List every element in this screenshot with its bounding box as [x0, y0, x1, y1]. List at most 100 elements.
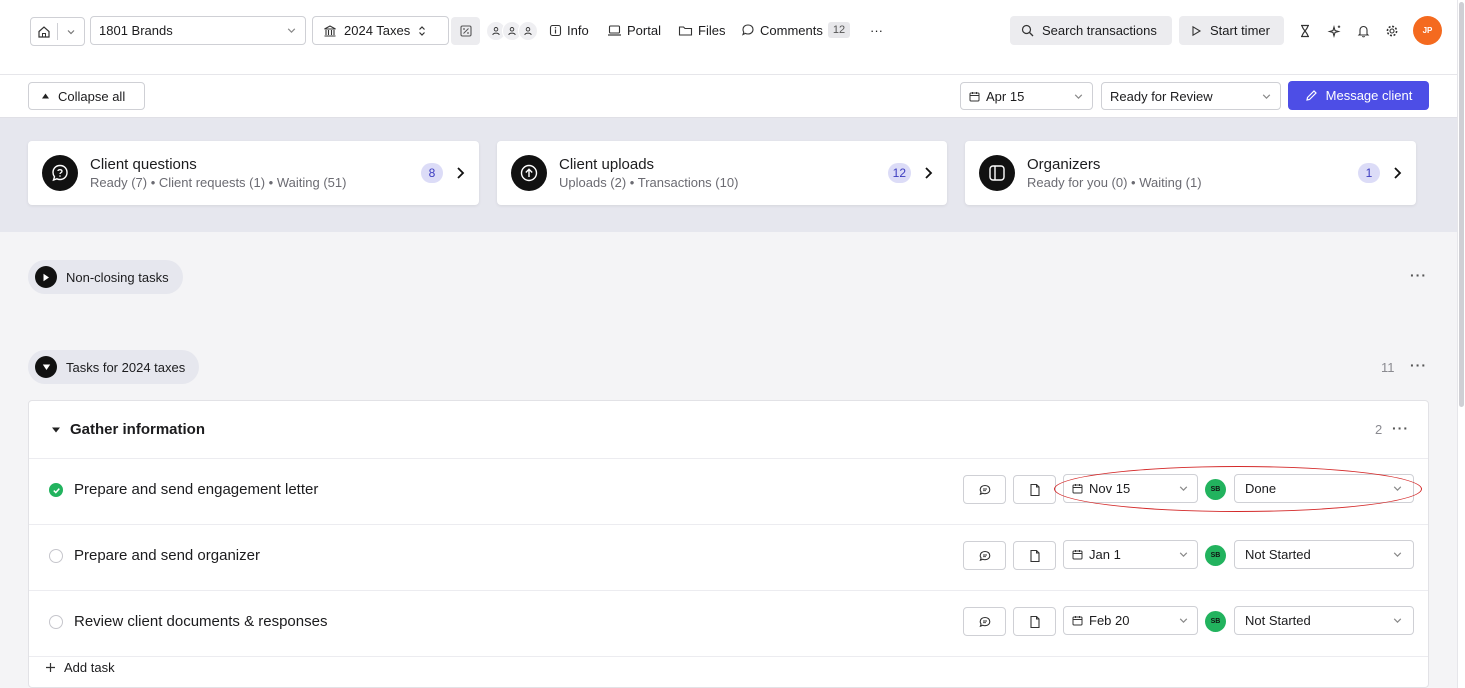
- task-name[interactable]: Prepare and send organizer: [74, 547, 260, 564]
- home-button[interactable]: [31, 18, 57, 45]
- section-label: Tasks for 2024 taxes: [66, 359, 186, 375]
- group-more-icon[interactable]: ···: [1392, 420, 1409, 436]
- chevron-down-icon: [1179, 618, 1188, 624]
- team-avatars[interactable]: [486, 21, 538, 41]
- task-row[interactable]: Review client documents & responses Feb …: [29, 591, 1428, 657]
- card-subtitle: Uploads (2) • Transactions (10): [559, 175, 739, 190]
- hourglass-button[interactable]: [1295, 21, 1315, 41]
- task-document-button[interactable]: [1013, 475, 1056, 504]
- empty-circle-icon[interactable]: [49, 615, 63, 629]
- task-due-date-select[interactable]: Jan 1: [1063, 540, 1198, 569]
- chevron-down-icon: [1179, 486, 1188, 492]
- project-status-value: Ready for Review: [1110, 88, 1213, 104]
- chevron-down-icon: [1393, 552, 1402, 558]
- add-task-label: Add task: [64, 660, 115, 675]
- tasks-more-icon[interactable]: ···: [1410, 357, 1427, 373]
- calendar-icon: [1072, 484, 1083, 494]
- client-questions-card[interactable]: Client questions Ready (7) • Client requ…: [28, 141, 479, 205]
- task-due-date-select[interactable]: Nov 15: [1063, 474, 1198, 503]
- tax-form-button[interactable]: [451, 17, 480, 45]
- nav-info[interactable]: Info: [549, 20, 589, 40]
- search-transactions-button[interactable]: Search transactions: [1010, 16, 1172, 45]
- user-avatar[interactable]: JP: [1413, 16, 1442, 45]
- due-date-value: Apr 15: [986, 88, 1025, 104]
- task-comments-button[interactable]: [963, 475, 1006, 504]
- panel-layout-icon: [979, 155, 1015, 191]
- task-document-button[interactable]: [1013, 607, 1056, 636]
- due-date-select[interactable]: Apr 15: [960, 82, 1093, 110]
- more-menu-button[interactable]: ···: [870, 20, 883, 40]
- sparkle-icon: [1326, 24, 1341, 38]
- client-uploads-card[interactable]: Client uploads Uploads (2) • Transaction…: [497, 141, 947, 205]
- task-due-date-value: Jan 1: [1089, 547, 1121, 562]
- task-row[interactable]: Prepare and send engagement letter Nov 1…: [29, 459, 1428, 525]
- task-status-select[interactable]: Done: [1234, 474, 1414, 503]
- group-header[interactable]: Gather information 2 ···: [29, 401, 1428, 459]
- start-timer-button[interactable]: Start timer: [1179, 16, 1284, 45]
- settings-button[interactable]: [1382, 21, 1402, 41]
- task-status-select[interactable]: Not Started: [1234, 606, 1414, 635]
- tasks-count: 11: [1381, 360, 1395, 375]
- message-client-button[interactable]: Message client: [1288, 81, 1429, 110]
- message-client-label: Message client: [1325, 88, 1413, 103]
- task-name[interactable]: Review client documents & responses: [74, 613, 327, 630]
- nav-info-label: Info: [567, 22, 589, 38]
- comments-count-badge: 12: [827, 22, 851, 38]
- action-bar: Collapse all Apr 15 Ready for Review Mes…: [0, 75, 1457, 118]
- client-select-value: 1801 Brands: [99, 23, 173, 38]
- card-subtitle: Ready (7) • Client requests (1) • Waitin…: [90, 175, 347, 190]
- non-closing-more-icon[interactable]: ···: [1410, 267, 1427, 283]
- project-status-select[interactable]: Ready for Review: [1101, 82, 1281, 110]
- folder-icon: [678, 25, 693, 36]
- laptop-icon: [608, 24, 621, 36]
- upload-arrow-icon: [511, 155, 547, 191]
- chevron-down-icon: [1393, 618, 1402, 624]
- task-status-select[interactable]: Not Started: [1234, 540, 1414, 569]
- home-dropdown-button[interactable]: [58, 18, 84, 45]
- nav-portal-label: Portal: [627, 22, 661, 38]
- chevron-right-icon: [1394, 167, 1402, 179]
- assignee-avatar[interactable]: SB: [1205, 611, 1226, 632]
- chevron-down-icon: [1393, 486, 1402, 492]
- caret-down-icon: [52, 427, 60, 432]
- nav-portal[interactable]: Portal: [607, 20, 661, 40]
- client-select[interactable]: 1801 Brands: [90, 16, 306, 45]
- task-row[interactable]: Prepare and send organizer Jan 1 SB Not …: [29, 525, 1428, 591]
- tasks-2024-toggle[interactable]: Tasks for 2024 taxes: [28, 350, 200, 384]
- scrollbar[interactable]: [1457, 0, 1465, 688]
- collapse-arrow-icon: [35, 356, 57, 378]
- collapse-all-button[interactable]: Collapse all: [28, 82, 145, 110]
- add-task-button[interactable]: Add task: [45, 660, 115, 675]
- percent-document-icon: [459, 25, 472, 37]
- task-name[interactable]: Prepare and send engagement letter: [74, 481, 318, 498]
- card-title: Organizers: [1027, 156, 1101, 173]
- task-due-date-select[interactable]: Feb 20: [1063, 606, 1198, 635]
- ai-sparkle-button[interactable]: [1324, 21, 1344, 41]
- scrollbar-thumb[interactable]: [1459, 2, 1464, 407]
- document-icon: [1029, 483, 1040, 496]
- task-comments-button[interactable]: [963, 541, 1006, 570]
- hourglass-icon: [1301, 24, 1309, 38]
- assignee-avatar[interactable]: SB: [1205, 545, 1226, 566]
- task-due-date-value: Nov 15: [1089, 481, 1131, 496]
- search-icon: [1021, 24, 1034, 37]
- task-comments-button[interactable]: [963, 607, 1006, 636]
- task-group-panel: Gather information 2 ··· Prepare and sen…: [28, 400, 1429, 688]
- nav-comments-label: Comments: [760, 22, 823, 38]
- home-icon: [38, 25, 50, 38]
- task-status-value: Done: [1245, 481, 1277, 496]
- summary-band: Client questions Ready (7) • Client requ…: [0, 118, 1457, 232]
- check-circle-icon[interactable]: [49, 483, 63, 497]
- nav-comments[interactable]: Comments 12: [741, 20, 851, 40]
- caret-up-icon: [42, 93, 49, 99]
- chevron-down-icon: [1262, 93, 1271, 99]
- organizers-card[interactable]: Organizers Ready for you (0) • Waiting (…: [965, 141, 1416, 205]
- notifications-button[interactable]: [1353, 21, 1373, 41]
- nav-files[interactable]: Files: [678, 20, 725, 40]
- project-select[interactable]: 2024 Taxes: [312, 16, 449, 45]
- card-subtitle: Ready for you (0) • Waiting (1): [1027, 175, 1202, 190]
- task-document-button[interactable]: [1013, 541, 1056, 570]
- non-closing-tasks-toggle[interactable]: Non-closing tasks: [28, 260, 183, 294]
- assignee-avatar[interactable]: SB: [1205, 479, 1226, 500]
- empty-circle-icon[interactable]: [49, 549, 63, 563]
